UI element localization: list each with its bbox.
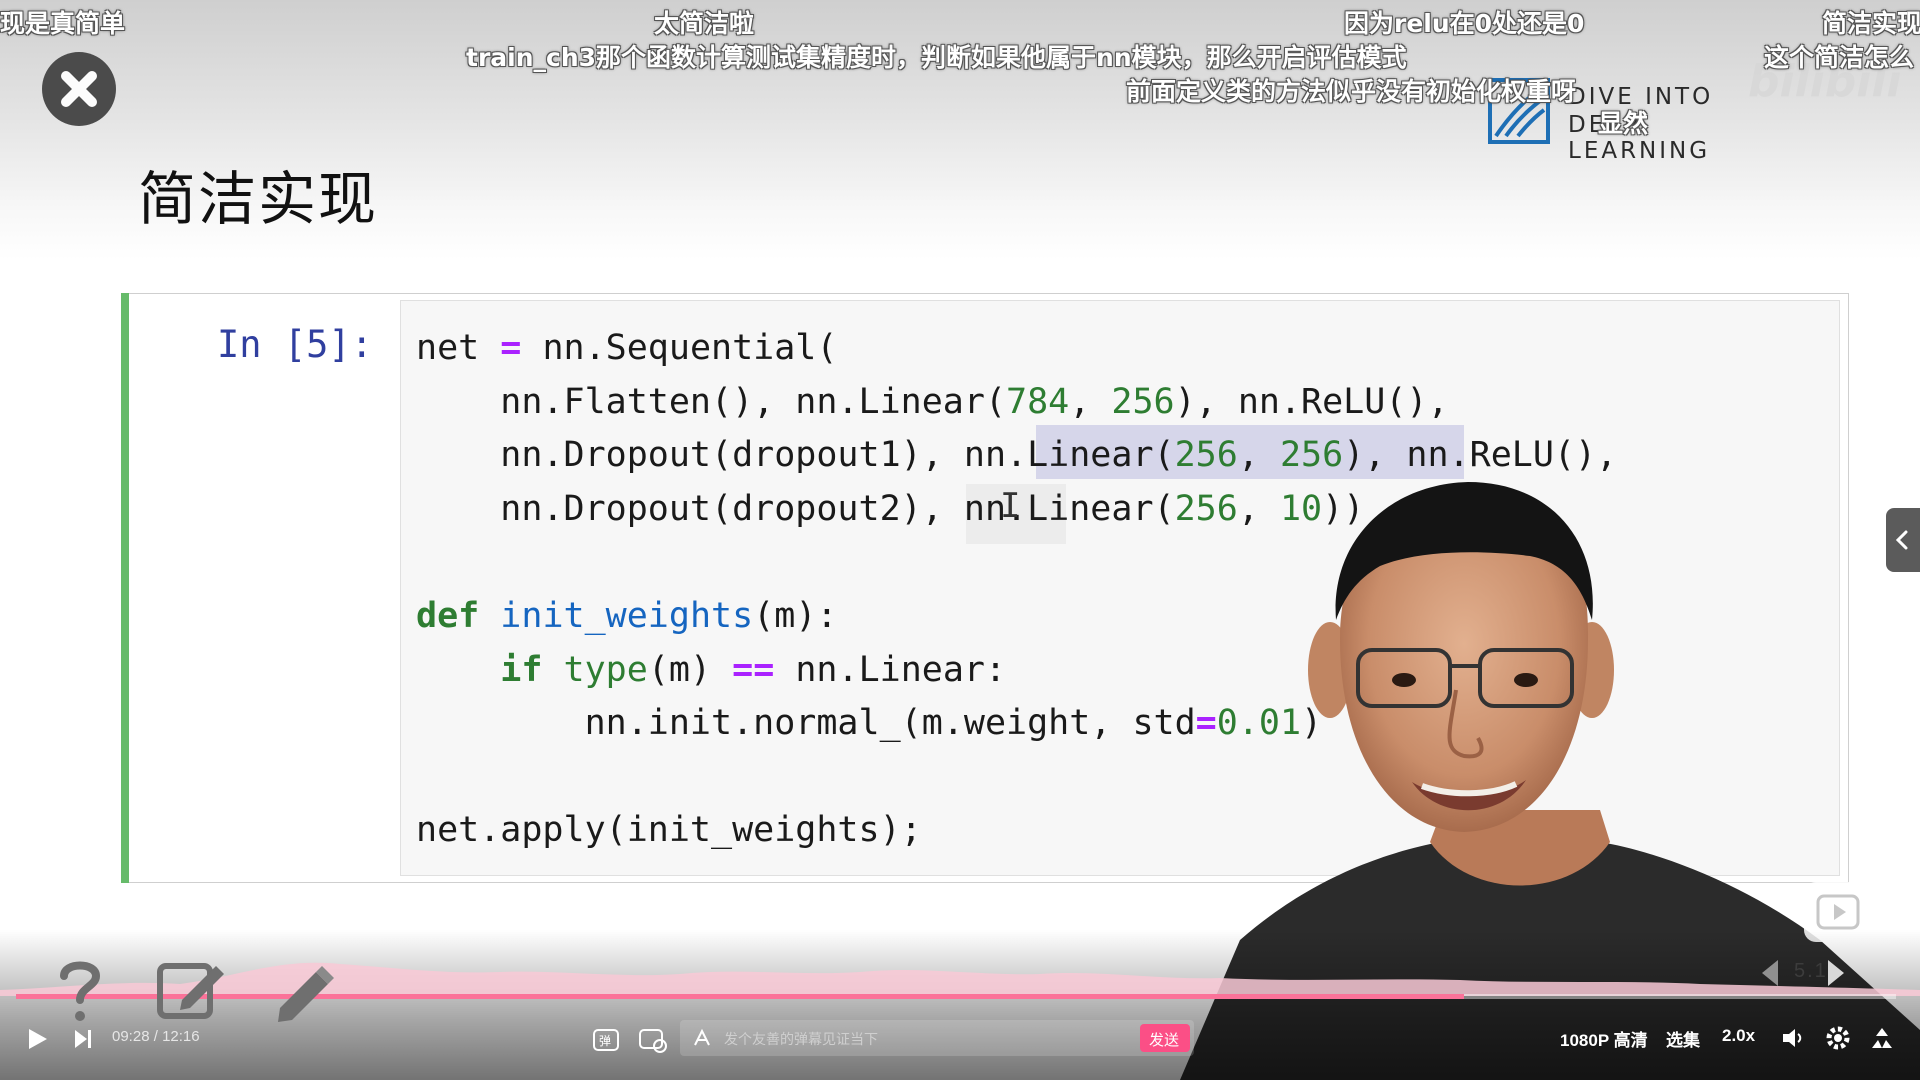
danmaku-comment: 前面定义类的方法似乎没有初始化权重呀 xyxy=(1126,77,1577,106)
side-panel-chevron-icon xyxy=(1895,530,1908,550)
danmaku-comment: 这个简洁怎么 xyxy=(1764,43,1915,72)
code-line: net = nn.Sequential( xyxy=(416,328,838,368)
close-button[interactable] xyxy=(42,52,116,126)
svg-text:弹: 弹 xyxy=(599,1034,611,1048)
danmaku-comment: 简洁实现 xyxy=(1822,9,1920,38)
current-time: 09:28 xyxy=(112,1028,150,1045)
quality-selector[interactable]: 1080P 高清 xyxy=(1560,1026,1648,1051)
code-line: nn.Flatten(), nn.Linear(784, 256), nn.Re… xyxy=(416,381,1449,422)
pencil-icon[interactable] xyxy=(272,962,336,1026)
cell-prompt: In [5]: xyxy=(217,323,373,366)
settings-icon[interactable] xyxy=(1824,1024,1852,1052)
close-icon xyxy=(61,71,97,107)
danmaku-input[interactable]: 发个友善的弹幕见证当下 xyxy=(680,1020,1194,1056)
question-icon[interactable] xyxy=(50,958,110,1024)
progress-bar-fill xyxy=(16,994,1464,999)
chapter-nav[interactable]: 5.1 xyxy=(1758,956,1848,990)
danmaku-comment: train_ch3那个函数计算测试集精度时，判断如果他属于nn模块，那么开启评估… xyxy=(466,43,1407,72)
danmaku-comment: 太简洁啦 xyxy=(654,9,755,38)
code-line: def init_weights(m): xyxy=(416,595,838,636)
danmaku-toggle-icon[interactable]: 弹 xyxy=(592,1026,622,1054)
next-icon[interactable] xyxy=(72,1027,94,1051)
danmaku-comment: 现是真简单 xyxy=(0,9,126,38)
code-line: if type(m) == nn.Linear: xyxy=(500,649,1007,690)
danmaku-settings-icon[interactable] xyxy=(638,1026,668,1054)
volume-icon[interactable] xyxy=(1780,1026,1806,1050)
episodes-button[interactable]: 选集 xyxy=(1666,1026,1700,1051)
text-cursor-icon: I xyxy=(1000,486,1021,526)
chapter-badge: 5.1 xyxy=(1794,960,1828,982)
cell-selected-indicator xyxy=(121,293,129,883)
speed-selector[interactable]: 2.0x xyxy=(1722,1026,1755,1046)
play-icon[interactable] xyxy=(24,1026,50,1052)
side-panel-toggle[interactable] xyxy=(1886,508,1920,572)
duration: 12:16 xyxy=(162,1028,200,1045)
time-separator: / xyxy=(153,1028,158,1045)
note-edit-icon[interactable] xyxy=(156,960,228,1022)
text-style-icon[interactable] xyxy=(692,1028,712,1048)
danmaku-placeholder: 发个友善的弹幕见证当下 xyxy=(724,1031,878,1047)
danmaku-comment: 因为relu在0处还是0 xyxy=(1344,9,1585,38)
time-display: 09:28 / 12:16 xyxy=(112,1028,200,1045)
fullscreen-icon[interactable] xyxy=(1868,1024,1896,1052)
send-danmaku-button[interactable]: 发送 xyxy=(1140,1024,1190,1052)
danmaku-comment: 显然 xyxy=(1598,109,1649,138)
code-line: net.apply(init_weights); xyxy=(416,810,922,851)
send-label: 发送 xyxy=(1149,1032,1180,1049)
slide-title: 简洁实现 xyxy=(138,165,379,233)
